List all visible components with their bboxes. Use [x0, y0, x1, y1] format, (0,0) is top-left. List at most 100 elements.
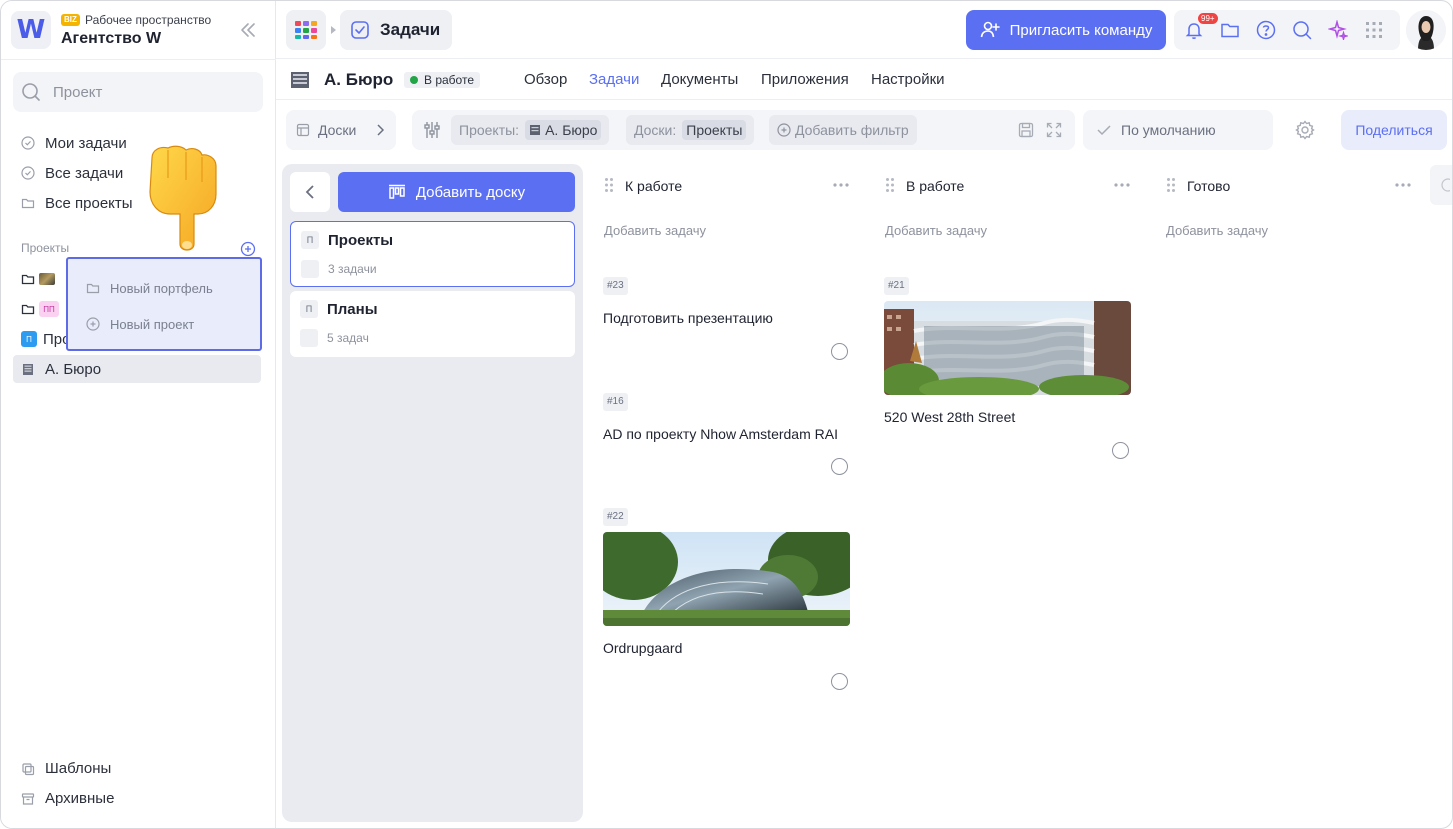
sidebar-archive[interactable]: Архивные — [21, 790, 114, 807]
collapse-sidebar-icon[interactable] — [237, 19, 259, 41]
add-task-input[interactable]: Добавить задачу — [873, 212, 1141, 250]
drag-handle-icon[interactable] — [885, 177, 895, 193]
project-status-badge[interactable]: В работе — [404, 72, 481, 88]
project-header: А. Бюро В работе Обзор Задачи Документы … — [276, 60, 1452, 100]
save-icon[interactable] — [1018, 122, 1034, 138]
add-board-button[interactable]: Добавить доску — [338, 172, 575, 212]
board-card-plans[interactable]: П Планы 5 задач — [290, 291, 575, 357]
task-complete-checkbox[interactable] — [831, 458, 848, 475]
invite-label: Пригласить команду — [1009, 21, 1153, 39]
folder-icon — [21, 198, 35, 209]
sidebar-project-a-buro[interactable]: А. Бюро — [13, 355, 261, 383]
sparkles-icon[interactable] — [1328, 20, 1348, 40]
task-card[interactable]: #16 AD по проекту Nhow Amsterdam RAI — [592, 379, 860, 489]
filter-sliders-icon[interactable] — [422, 120, 442, 140]
projects-section-label: Проекты — [21, 241, 70, 255]
board-title: Проекты — [328, 232, 394, 249]
search-icon[interactable] — [1292, 20, 1312, 40]
boards-toggle[interactable]: Доски — [286, 110, 396, 150]
nav-all-projects[interactable]: Все проекты — [21, 192, 133, 214]
new-item-popup: Новый портфель Новый проект — [66, 257, 262, 351]
tab-tasks[interactable]: Задачи — [589, 71, 639, 88]
top-bar: Задачи Пригласить команду 99+ — [276, 1, 1452, 59]
board-columns-icon — [388, 184, 405, 199]
more-dots-icon[interactable] — [1394, 182, 1412, 188]
invite-team-button[interactable]: Пригласить команду — [966, 10, 1166, 50]
back-button[interactable] — [290, 172, 330, 212]
help-icon[interactable] — [1256, 20, 1276, 40]
user-avatar[interactable] — [1406, 10, 1446, 50]
task-title: 520 West 28th Street — [884, 409, 1016, 425]
tab-documents[interactable]: Документы — [661, 71, 738, 88]
top-icons-group: 99+ — [1174, 10, 1400, 50]
workspace-header[interactable]: W BIZ Рабочее пространство Агентство W — [11, 11, 266, 51]
filter-chip-projects[interactable]: Проекты: А. Бюро — [451, 115, 610, 145]
avatar-portrait — [1406, 10, 1446, 50]
expand-icon[interactable] — [1046, 122, 1062, 138]
building-icon — [291, 72, 309, 88]
folder-icon — [86, 283, 100, 294]
task-complete-checkbox[interactable] — [831, 673, 848, 690]
nav-my-tasks[interactable]: Мои задачи — [21, 132, 127, 154]
boards-label: Доски — [318, 122, 357, 138]
filter-chip-boards[interactable]: Доски: Проекты — [626, 115, 755, 145]
nav-all-tasks[interactable]: Все задачи — [21, 162, 123, 184]
project-thumbnail — [39, 273, 55, 285]
add-board-label: Добавить доску — [415, 183, 526, 201]
share-button[interactable]: Поделиться — [1341, 110, 1447, 150]
column-header-todo[interactable]: К работе — [592, 165, 860, 205]
nav-label: Все проекты — [45, 194, 133, 212]
popup-item-label: Новый проект — [110, 316, 195, 332]
grid-dots-icon[interactable] — [1364, 20, 1384, 40]
add-task-input[interactable]: Добавить задачу — [592, 212, 860, 250]
ordrupgaard-photo — [603, 532, 850, 626]
search-input[interactable] — [53, 83, 243, 101]
gear-icon[interactable] — [1295, 120, 1315, 140]
drag-handle-icon[interactable] — [1166, 177, 1176, 193]
west-28th-street-photo — [884, 301, 1131, 395]
project-title: А. Бюро — [324, 70, 394, 89]
task-card[interactable]: #22 Ordrupgaard — [592, 494, 860, 704]
tab-overview[interactable]: Обзор — [524, 71, 567, 88]
column-header-in-progress[interactable]: В работе — [873, 165, 1141, 205]
status-label: В работе — [424, 73, 475, 87]
add-filter-button[interactable]: Добавить фильтр — [769, 115, 917, 145]
folder-icon[interactable] — [1220, 20, 1240, 40]
folder-icon — [21, 304, 35, 315]
drag-handle-icon[interactable] — [604, 177, 614, 193]
project-search[interactable] — [13, 72, 263, 112]
new-project-item[interactable]: Новый проект — [86, 313, 194, 335]
section-tab-tasks[interactable]: Задачи — [340, 10, 452, 50]
chip-value: А. Бюро — [525, 120, 602, 140]
task-complete-checkbox[interactable] — [831, 343, 848, 360]
nav-label: Все задачи — [45, 164, 124, 182]
project-label: А. Бюро — [45, 360, 102, 378]
check-circle-icon — [21, 136, 35, 150]
add-project-icon[interactable] — [240, 241, 256, 257]
board-card-projects[interactable]: П Проекты 3 задачи — [290, 221, 575, 287]
column-title: В работе — [906, 178, 965, 194]
add-task-input[interactable]: Добавить задачу — [1154, 212, 1422, 250]
task-card[interactable]: #21 520 West 28th Street — [873, 263, 1141, 473]
add-column-button[interactable] — [1430, 165, 1452, 205]
app-switcher-button[interactable] — [286, 10, 326, 50]
search-icon — [22, 83, 40, 101]
new-portfolio-item[interactable]: Новый портфель — [86, 277, 213, 299]
check-icon — [1097, 125, 1111, 136]
tab-settings[interactable]: Настройки — [871, 71, 945, 88]
nav-label: Мои задачи — [45, 134, 127, 152]
chip-value-label: А. Бюро — [545, 122, 598, 138]
task-complete-checkbox[interactable] — [1112, 442, 1129, 459]
view-selector[interactable]: По умолчанию — [1083, 110, 1273, 150]
tab-apps[interactable]: Приложения — [761, 71, 849, 88]
task-number: #22 — [603, 508, 628, 526]
more-dots-icon[interactable] — [832, 182, 850, 188]
plus-circle-icon — [86, 317, 100, 331]
project-badge: ПП — [39, 301, 59, 317]
task-card[interactable]: #23 Подготовить презентацию — [592, 263, 860, 373]
templates-icon — [22, 762, 35, 775]
project-badge-icon: П — [21, 331, 37, 347]
column-header-done[interactable]: Готово — [1154, 165, 1422, 205]
more-dots-icon[interactable] — [1113, 182, 1131, 188]
sidebar-templates[interactable]: Шаблоны — [21, 760, 111, 777]
